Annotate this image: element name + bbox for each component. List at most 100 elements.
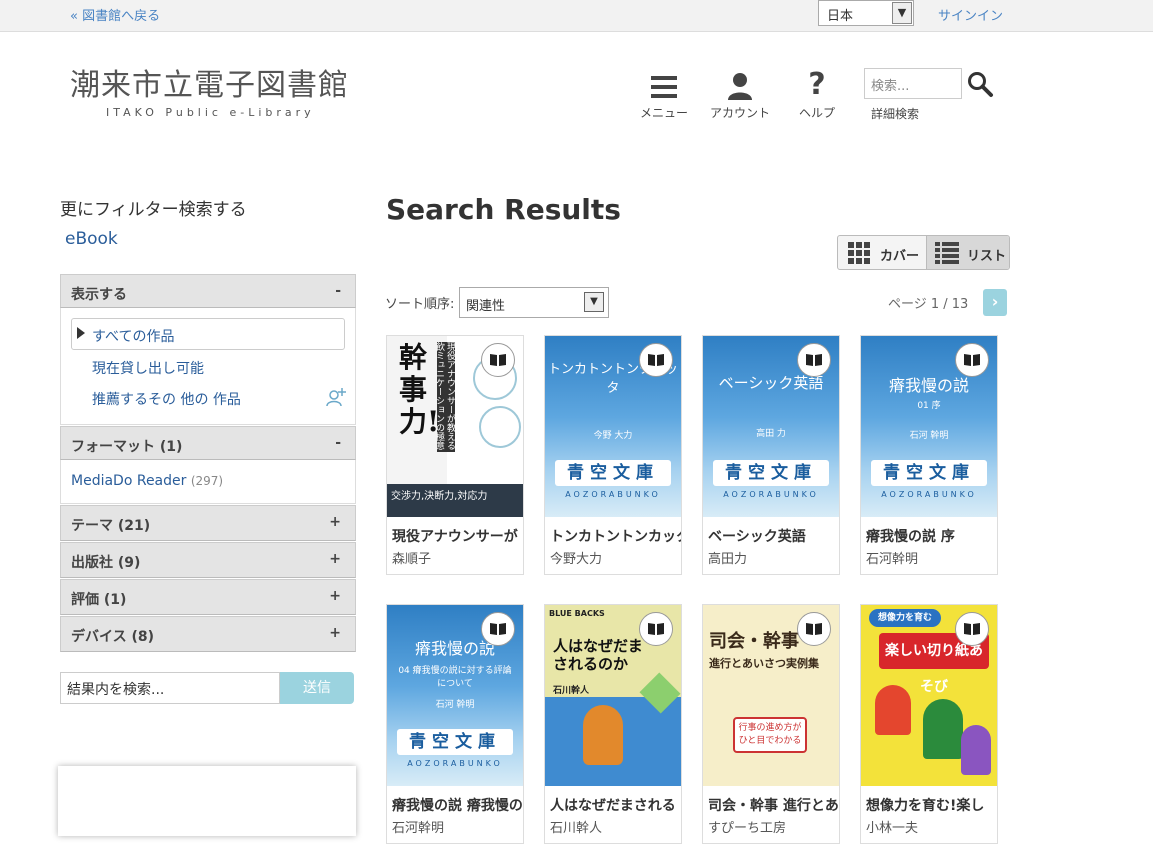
cover-tagline: 交渉力,決断力,対応力 — [387, 484, 523, 517]
book-card[interactable]: ベーシック英語 高田 力 青空文庫 AOZORABUNKO ベーシック英語 高田… — [702, 335, 840, 575]
show-all-label: すべての作品 — [92, 329, 175, 345]
cover-top-label: 想像力を育む — [869, 609, 941, 627]
rating-section-header[interactable]: 評価 (1) + — [60, 579, 356, 615]
account-label: アカウント — [710, 106, 771, 120]
grid-icon — [848, 242, 870, 264]
list-icon — [935, 242, 959, 264]
cover-author: 高田 力 — [756, 429, 786, 439]
next-page-button[interactable]: › — [983, 289, 1007, 316]
expand-toggle[interactable]: + — [329, 514, 341, 530]
format-section-title: フォーマット (1) — [71, 439, 183, 455]
header-search-input[interactable]: 検索... — [864, 68, 962, 99]
format-section-body: MediaDo Reader (297) — [60, 460, 356, 504]
publisher-section-header[interactable]: 出版社 (9) + — [60, 542, 356, 578]
cover-publisher: 青空文庫 — [871, 460, 987, 486]
collapse-toggle[interactable]: - — [335, 283, 341, 299]
book-card[interactable]: BLUE BACKS 人はなぜだまされるのか 石川幹人 人はなぜだまされる 石川… — [544, 604, 682, 844]
book-author[interactable]: 森順子 — [392, 548, 431, 567]
book-title[interactable]: トンカトントンカッタカ — [550, 526, 681, 546]
book-title[interactable]: 瘠我慢の説 瘠我慢の — [392, 795, 523, 815]
caret-right-icon — [77, 327, 85, 339]
ebook-filter-link[interactable]: eBook — [65, 229, 118, 249]
sort-value: 関連性 — [466, 299, 506, 314]
book-open-icon — [955, 612, 989, 646]
filter-sidebar: 表示する - すべての作品 現在貸し出し可能 推薦するその 他の 作品 フォーマ… — [60, 274, 356, 653]
menu-label: メニュー — [639, 106, 688, 120]
recommend-option[interactable]: 推薦するその 他の 作品 — [92, 389, 241, 409]
book-title[interactable]: 人はなぜだまされる — [550, 795, 681, 815]
book-open-icon — [955, 343, 989, 377]
cover-publisher: 青空文庫 — [713, 460, 829, 486]
book-card[interactable]: 司会・幹事 進行とあいさつ実例集 行事の進め方がひと目でわかる 司会・幹事 進行… — [702, 604, 840, 844]
page-indicator: ページ 1 / 13 — [888, 297, 969, 312]
cover-author: 石河 幹明 — [435, 700, 475, 710]
section-title: テーマ (21) — [71, 518, 151, 534]
theme-section-header[interactable]: テーマ (21) + — [60, 505, 356, 541]
advanced-search-link[interactable]: 詳細検索 — [871, 105, 919, 122]
cover-view-label: カバー — [880, 249, 920, 264]
expand-toggle[interactable]: + — [329, 625, 341, 641]
signin-link[interactable]: サインイン — [938, 5, 1003, 24]
device-section-header[interactable]: デバイス (8) + — [60, 616, 356, 652]
top-bar: « 図書館へ戻る 日本 ▼ サインイン — [0, 0, 1153, 32]
book-card[interactable]: 瘠我慢の説 04 瘠我慢の説に対する評論について 石河 幹明 青空文庫 AOZO… — [386, 604, 524, 844]
show-section-header[interactable]: 表示する - — [60, 274, 356, 308]
list-view-button[interactable]: リスト — [926, 236, 1009, 269]
book-title[interactable]: ベーシック英語 — [708, 526, 839, 546]
show-all-option[interactable]: すべての作品 — [71, 318, 345, 350]
cover-subtitle: 01 序 — [917, 401, 941, 411]
section-title: 評価 (1) — [71, 592, 127, 608]
recommend-add-icon[interactable] — [325, 386, 347, 412]
help-button[interactable]: ? ヘルプ — [787, 68, 847, 121]
account-button[interactable]: アカウント — [710, 68, 770, 121]
cover-author: 石河 幹明 — [909, 431, 949, 441]
book-title[interactable]: 瘠我慢の説 序 — [866, 526, 997, 546]
available-now-option[interactable]: 現在貸し出し可能 — [92, 358, 204, 378]
sidebar-panel — [58, 766, 356, 836]
expand-toggle[interactable]: + — [329, 588, 341, 604]
chevron-down-icon: ▼ — [584, 292, 604, 312]
language-value: 日本 — [827, 9, 854, 24]
sort-label: ソート順序: — [385, 297, 455, 312]
back-to-library-link[interactable]: « 図書館へ戻る — [70, 5, 160, 24]
book-title[interactable]: 現役アナウンサーが — [392, 526, 523, 546]
cover-subtitle: 進行とあいさつ実例集 — [709, 657, 819, 670]
book-open-icon — [797, 612, 831, 646]
cover-series: BLUE BACKS — [549, 609, 605, 618]
submit-button[interactable]: 送信 — [280, 672, 354, 704]
cover-title: 人はなぜだまされるのか — [553, 637, 643, 673]
book-title[interactable]: 想像力を育む!楽し — [866, 795, 997, 815]
filter-heading: 更にフィルター検索する — [60, 200, 247, 220]
sort-select[interactable]: 関連性 ▼ — [459, 287, 609, 318]
book-card[interactable]: トンカトントンタカッタ 今野 大力 青空文庫 AOZORABUNKO トンカトン… — [544, 335, 682, 575]
cover-note: 行事の進め方がひと目でわかる — [733, 717, 807, 753]
book-open-icon — [639, 343, 673, 377]
book-title[interactable]: 司会・幹事 進行とあ — [708, 795, 839, 815]
section-title: デバイス (8) — [71, 629, 154, 645]
book-card[interactable]: 幹事力! 現役アナウンサーが教える飲ミュニケーションの極意 交渉力,決断力,対応… — [386, 335, 524, 575]
book-card[interactable]: 想像力を育む 楽しい切り紙あそび 想像力を育む!楽し 小林一夫 — [860, 604, 998, 844]
library-logo[interactable]: 潮来市立電子図書館 ITAKO Public e-Library — [70, 68, 349, 119]
book-author[interactable]: 石河幹明 — [866, 548, 918, 567]
user-icon — [710, 68, 770, 100]
search-within-results-input[interactable]: 結果内を検索... — [60, 672, 280, 704]
cover-view-button[interactable]: カバー — [838, 236, 926, 269]
expand-toggle[interactable]: + — [329, 551, 341, 567]
menu-button[interactable]: メニュー — [634, 68, 694, 121]
menu-icon — [634, 68, 694, 100]
language-select[interactable]: 日本 ▼ — [818, 0, 914, 26]
view-toggle: カバー リスト — [837, 235, 1010, 270]
cover-title: 司会・幹事 — [709, 631, 799, 652]
format-section-header[interactable]: フォーマット (1) - — [60, 426, 356, 460]
format-filter-item[interactable]: MediaDo Reader (297) — [71, 473, 223, 489]
book-author[interactable]: 今野大力 — [550, 548, 602, 567]
book-card[interactable]: 瘠我慢の説 01 序 石河 幹明 青空文庫 AOZORABUNKO 瘠我慢の説 … — [860, 335, 998, 575]
book-author[interactable]: 高田力 — [708, 548, 747, 567]
book-open-icon — [481, 343, 515, 377]
logo-subtitle: ITAKO Public e-Library — [106, 106, 315, 119]
collapse-toggle[interactable]: - — [335, 435, 341, 451]
search-icon[interactable] — [966, 70, 994, 102]
logo-title: 潮来市立電子図書館 — [70, 68, 349, 103]
cover-publisher: 青空文庫 — [397, 729, 513, 755]
cover-publisher-roman: AOZORABUNKO — [723, 490, 819, 499]
